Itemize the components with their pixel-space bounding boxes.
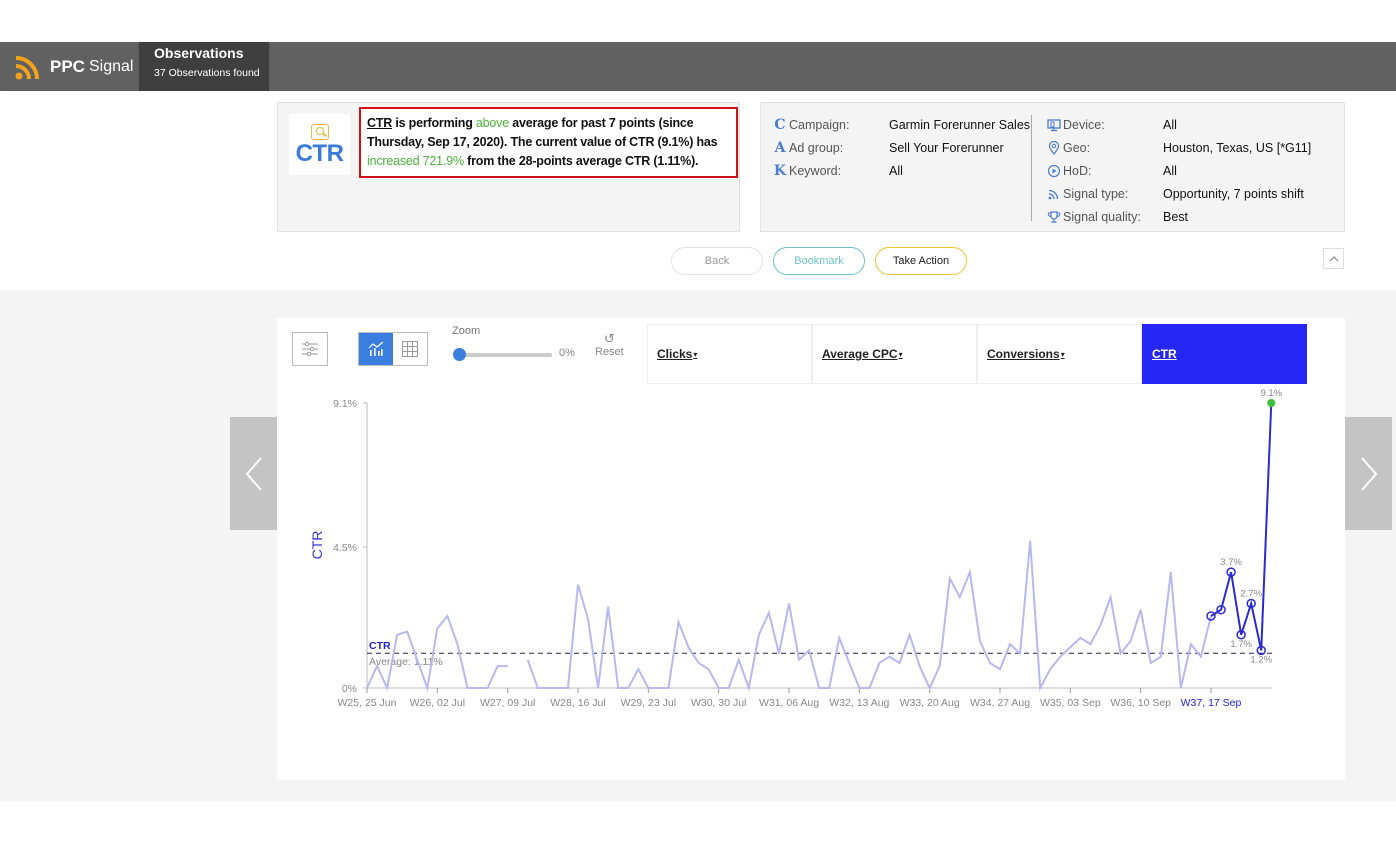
brand-name-bold: PPC [50,56,85,76]
insight-direction: above [475,116,509,130]
chevron-left-icon [245,456,262,491]
tab-ctr[interactable]: CTR [1142,324,1307,384]
meta-value: All [1163,163,1177,178]
tab-label: Average CPC [822,347,898,361]
meta-value: All [889,163,903,178]
campaign-icon: C [774,116,786,133]
insight-part1: is performing [392,116,476,130]
next-observation-button[interactable] [1345,417,1392,530]
meta-row-hod: HoD: All [1047,159,1311,182]
zoom-label: Zoom [452,325,481,337]
tab-conversions[interactable]: Conversions ▾ [977,324,1142,384]
brand-logo[interactable]: PPC Signal [0,42,139,91]
ctr-icon-label: CTR [295,139,344,167]
observations-count: 37 Observations found [154,67,260,79]
meta-row-signal-quality: Signal quality: Best [1047,205,1311,228]
metric-tabs: Clicks ▾ Average CPC ▾ Conversions ▾ CTR [647,324,1307,384]
tab-label: CTR [1152,347,1177,361]
insight-text: CTR is performing above average for past… [359,107,738,178]
take-action-button[interactable]: Take Action [875,247,967,275]
hod-clock-icon [1047,164,1061,178]
meta-row-keyword: K Keyword: All [773,159,1030,182]
meta-label: Campaign: [789,117,850,132]
view-toggle [358,332,428,366]
chart-card: Zoom 0% ↺ Reset Clicks ▾ Average CPC ▾ Con… [277,318,1345,780]
tab-average-cpc[interactable]: Average CPC ▾ [812,324,977,384]
insight-change: increased 721.9% [367,154,464,168]
meta-value: Best [1163,209,1189,224]
tab-clicks[interactable]: Clicks ▾ [647,324,812,384]
meta-value: Garmin Forerunner Sales [889,117,1031,132]
meta-label: Geo: [1063,140,1091,155]
meta-label: Signal type: [1063,186,1129,201]
dropdown-arrow-icon: ▾ [693,349,698,359]
tab-label: Conversions [987,347,1060,361]
device-icon [1047,118,1061,132]
collapse-button[interactable] [1323,248,1344,269]
meta-label: Device: [1063,117,1105,132]
signal-type-icon [1047,187,1061,201]
brand-name-light: Signal [88,57,134,75]
insight-part3: from the 28-points average CTR (1.11%). [463,154,699,168]
observations-title: Observations [154,45,244,61]
zoom-slider-track[interactable] [460,353,552,357]
meta-row-ad-group: A Ad group: Sell Your Forerunner [773,136,1030,159]
meta-value: Sell Your Forerunner [889,140,1004,155]
meta-value: Houston, Texas, US [*G11] [1163,140,1312,155]
dropdown-arrow-icon: ▾ [898,349,903,359]
zoom-slider-handle[interactable] [453,348,466,361]
meta-divider [1031,115,1032,221]
meta-row-signal-type: Signal type: Opportunity, 7 points shift [1047,182,1311,205]
chart-icon [368,341,384,356]
reset-icon: ↺ [603,331,615,346]
meta-row-campaign: C Campaign: Garmin Forerunner Sales [773,113,1030,136]
table-view-button[interactable] [393,333,427,365]
ctr-metric-icon: CTR [289,114,350,175]
grid-icon [402,341,418,357]
chevron-right-icon [1360,456,1377,491]
zoom-value: 0% [559,347,575,359]
bookmark-button[interactable]: Bookmark [773,247,865,275]
observations-tab[interactable]: Observations 37 Observations found [139,42,269,91]
meta-column-left: C Campaign: Garmin Forerunner Sales A Ad… [773,113,1030,182]
sliders-icon [302,341,318,357]
meta-value: All [1163,117,1177,132]
previous-observation-button[interactable] [230,417,277,530]
insight-metric-link[interactable]: CTR [367,116,392,130]
geo-pin-icon [1047,140,1061,155]
keyword-icon: K [773,162,787,179]
ad-group-icon: A [774,139,786,156]
back-button[interactable]: Back [671,247,763,275]
meta-value: Opportunity, 7 points shift [1163,186,1304,201]
magnifier-icon [310,123,329,140]
dropdown-arrow-icon: ▾ [1060,349,1065,359]
chart-view-button[interactable] [359,333,393,365]
meta-column-right: Device: All Geo: Houston, Texas, US [*G1… [1047,113,1311,228]
meta-row-device: Device: All [1047,113,1311,136]
signal-meta-card: C Campaign: Garmin Forerunner Sales A Ad… [760,102,1345,232]
meta-label: HoD: [1063,163,1092,178]
reset-label: Reset [595,346,624,358]
filter-settings-button[interactable] [292,332,328,366]
meta-label: Signal quality: [1063,209,1141,224]
meta-label: Ad group: [789,140,844,155]
insight-card: CTR CTR is performing above average for … [277,102,740,232]
meta-row-geo: Geo: Houston, Texas, US [*G11] [1047,136,1311,159]
tab-label: Clicks [657,347,693,361]
chevron-up-icon [1329,255,1338,261]
meta-label: Keyword: [789,163,842,178]
top-bar: PPC Signal Observations 37 Observations … [0,42,1396,91]
rss-signal-icon [15,55,39,79]
trophy-icon [1047,210,1061,224]
reset-button[interactable]: ↺ Reset [595,331,624,359]
action-buttons: Back Bookmark Take Action [671,247,977,275]
observation-summary: CTR CTR is performing above average for … [0,91,1396,290]
